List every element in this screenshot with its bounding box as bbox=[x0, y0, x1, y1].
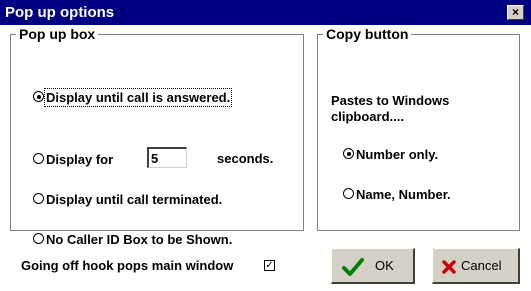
ok-button[interactable]: OK bbox=[331, 248, 415, 284]
cancel-button-label: Cancel bbox=[461, 258, 502, 273]
pop-up-options-dialog: Pop up options × Pop up box Display unti… bbox=[0, 0, 531, 291]
x-icon bbox=[442, 260, 456, 274]
offhook-label: Going off hook pops main window bbox=[21, 258, 234, 273]
seconds-label: seconds. bbox=[217, 151, 274, 166]
option-label-no-caller-id-box: No Caller ID Box to be Shown. bbox=[46, 232, 233, 247]
copy-button-group-title: Copy button bbox=[323, 26, 412, 42]
radio-display-until-answered[interactable] bbox=[33, 91, 44, 102]
pop-up-box-group-title: Pop up box bbox=[16, 26, 99, 42]
copy-description-line2: clipboard.... bbox=[331, 109, 404, 124]
option-label-display-until-terminated: Display until call terminated. bbox=[46, 192, 223, 207]
option-number-only[interactable]: Number only. bbox=[343, 147, 438, 162]
option-no-caller-id-box[interactable]: No Caller ID Box to be Shown. bbox=[33, 232, 232, 247]
option-label-display-until-answered: Display until call is answered. bbox=[43, 88, 233, 107]
checkmark-icon: ✓ bbox=[265, 260, 274, 271]
radio-no-caller-id-box[interactable] bbox=[33, 233, 44, 244]
offhook-checkbox[interactable]: ✓ bbox=[264, 260, 275, 271]
radio-display-until-terminated[interactable] bbox=[33, 193, 44, 204]
copy-description-line1: Pastes to Windows bbox=[331, 93, 450, 108]
option-display-until-answered[interactable]: Display until call is answered. bbox=[33, 88, 233, 107]
check-icon bbox=[342, 258, 364, 276]
option-display-for-seconds[interactable]: Display for bbox=[33, 152, 113, 167]
option-label-display-for: Display for bbox=[46, 152, 114, 167]
option-display-until-terminated[interactable]: Display until call terminated. bbox=[33, 192, 222, 207]
close-icon: × bbox=[511, 5, 519, 19]
window-title: Pop up options bbox=[5, 4, 115, 21]
radio-display-for-seconds[interactable] bbox=[33, 153, 44, 164]
option-label-name-number: Name, Number. bbox=[356, 187, 451, 202]
cancel-button[interactable]: Cancel bbox=[432, 248, 520, 284]
title-bar[interactable]: Pop up options × bbox=[0, 0, 531, 25]
ok-button-label: OK bbox=[375, 258, 394, 273]
option-name-number[interactable]: Name, Number. bbox=[343, 187, 451, 202]
option-label-number-only: Number only. bbox=[356, 147, 439, 162]
close-button[interactable]: × bbox=[507, 5, 524, 20]
radio-number-only[interactable] bbox=[343, 148, 354, 159]
seconds-input[interactable] bbox=[147, 147, 187, 168]
radio-name-number[interactable] bbox=[343, 188, 354, 199]
